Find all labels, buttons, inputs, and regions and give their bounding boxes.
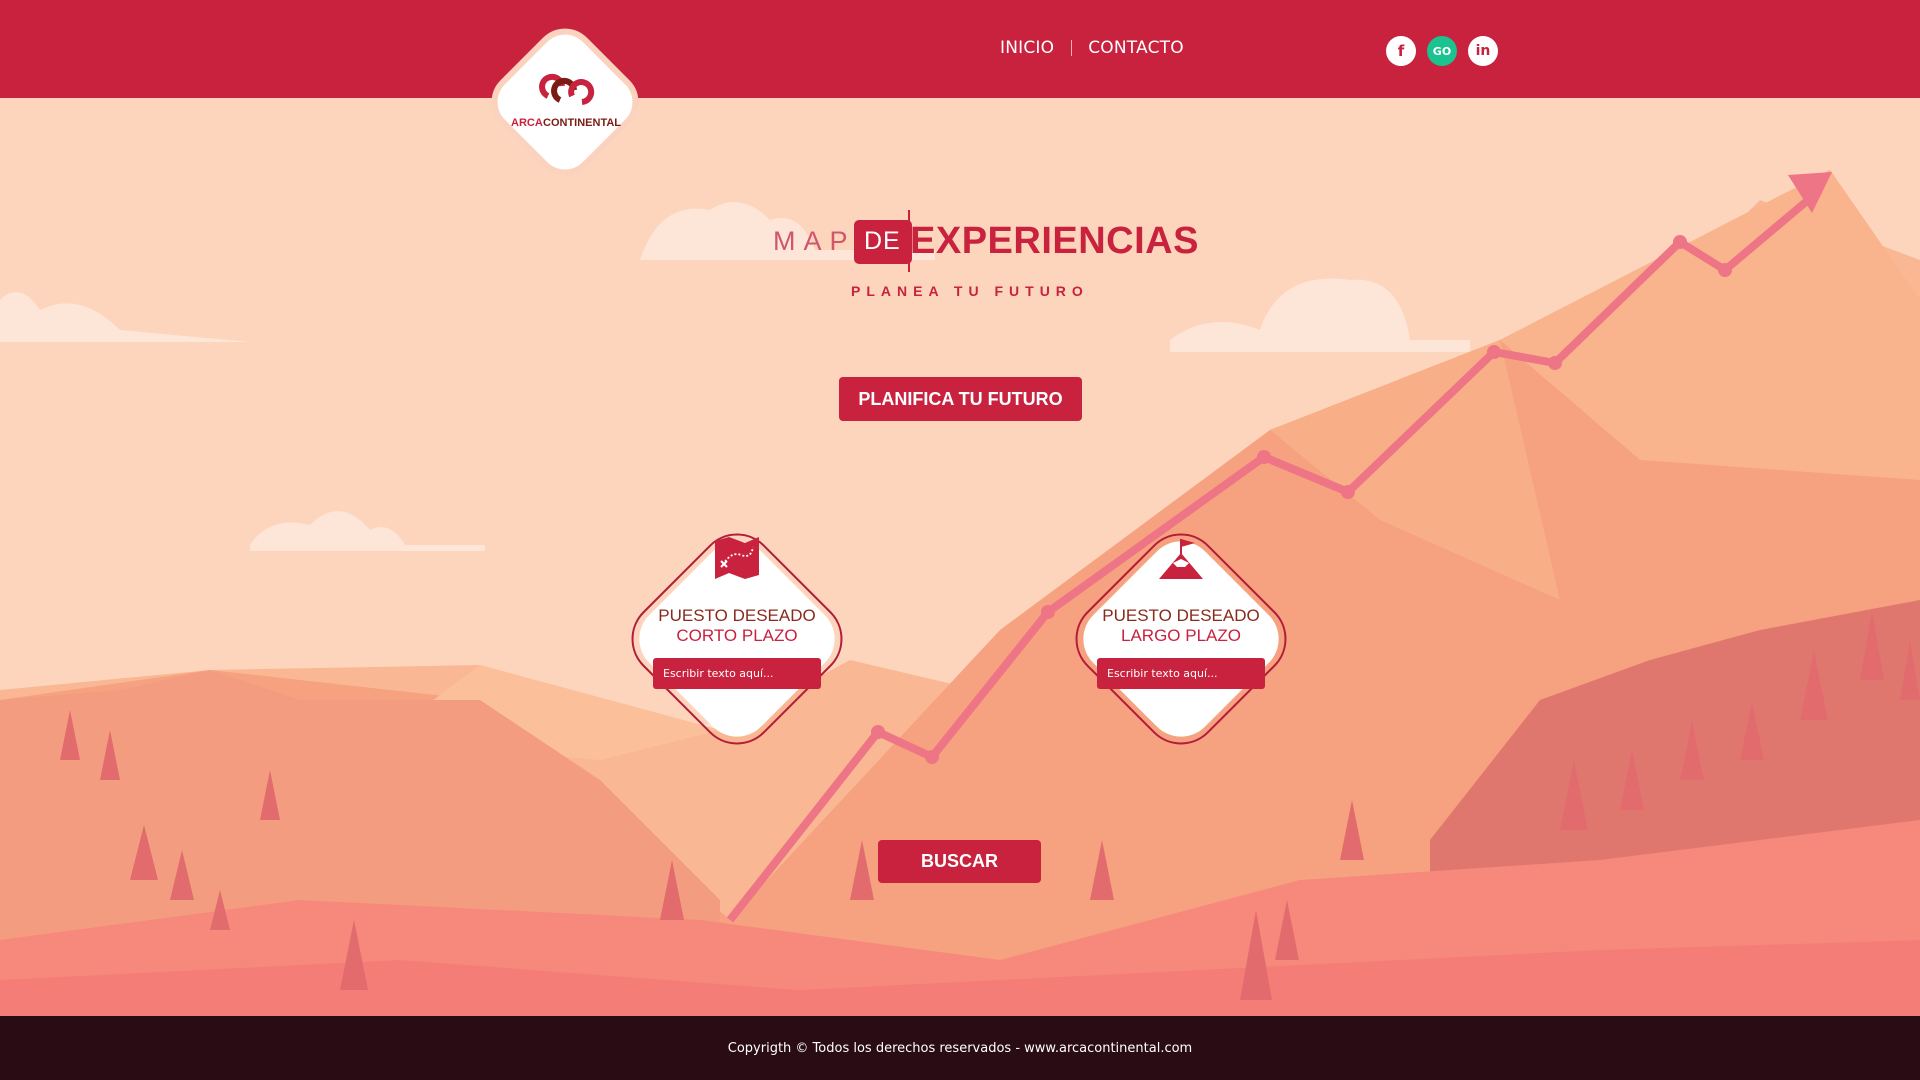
logo-text-continental: CONTINENTAL [543,117,621,129]
card-title-line2: CORTO PLAZO [676,626,798,645]
nav-divider [1071,40,1073,56]
mountain-flag-icon [1159,539,1203,579]
mountain-landscape-background [0,0,1920,1080]
logo[interactable]: ARCA CONTINENTAL [475,18,655,188]
nav-link-contacto[interactable]: CONTACTO [1088,38,1184,58]
card-title-line1: PUESTO DESEADO [658,606,816,625]
corto-plazo-input[interactable] [653,658,821,689]
page-subtitle: PLANEA TU FUTURO [851,283,1089,299]
footer-copyright: Copyrigth © Todos los derechos reservado… [727,1040,1193,1056]
buscar-button[interactable]: BUSCAR [878,840,1041,883]
title-de: DE [864,227,901,255]
treasure-map-icon [715,537,759,579]
card-title-line1: PUESTO DESEADO [1102,606,1260,625]
title-experiencias: EXPERIENCIAS [910,220,1199,262]
social-links: f GO in [1386,36,1498,66]
main-nav: INICIO CONTACTO [1000,38,1184,58]
card-title-line2: LARGO PLAZO [1121,626,1241,645]
logo-text-arca: ARCA [511,117,543,129]
card-corto-plazo: PUESTO DESEADO CORTO PLAZO [596,498,878,780]
facebook-icon[interactable]: f [1386,36,1416,66]
card-largo-plazo: PUESTO DESEADO LARGO PLAZO [1040,498,1322,780]
linkedin-icon[interactable]: in [1468,36,1498,66]
page-title: MAPA DE EXPERIENCIAS [770,210,1198,272]
nav-link-inicio[interactable]: INICIO [1000,38,1054,58]
header-bar [0,0,1920,98]
logo-badge: ARCA CONTINENTAL [491,28,639,176]
go-icon[interactable]: GO [1427,36,1457,66]
planifica-tu-futuro-button[interactable]: PLANIFICA TU FUTURO [839,377,1082,421]
largo-plazo-input[interactable] [1097,658,1265,689]
footer: Copyrigth © Todos los derechos reservado… [0,1016,1920,1080]
